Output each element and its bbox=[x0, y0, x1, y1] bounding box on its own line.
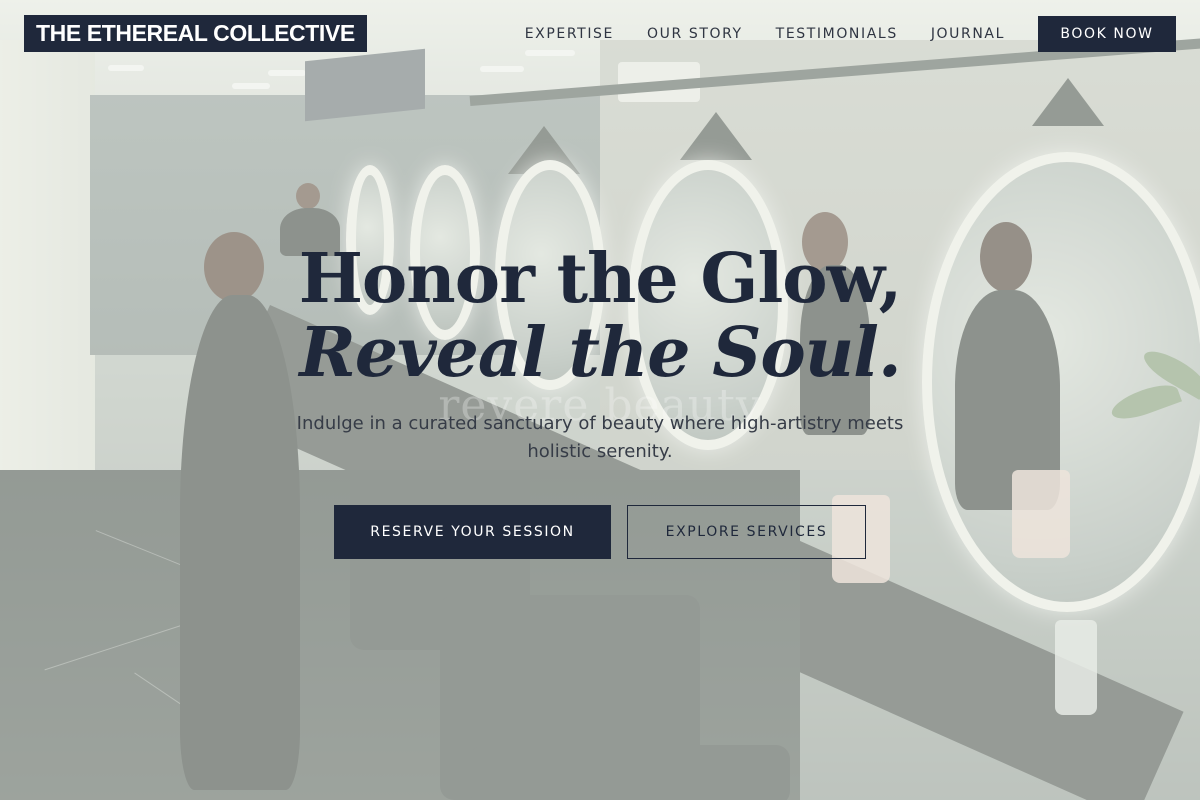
hero-headline-line2: Reveal the Soul. bbox=[299, 313, 901, 393]
main-nav: EXPERTISE OUR STORY TESTIMONIALS JOURNAL… bbox=[525, 16, 1176, 52]
brand-logo[interactable]: THE ETHEREAL COLLECTIVE bbox=[24, 15, 367, 52]
hero-section: Honor the Glow, Reveal the Soul. Indulge… bbox=[0, 240, 1200, 466]
hero-cta-row: RESERVE YOUR SESSION EXPLORE SERVICES bbox=[0, 505, 1200, 559]
hero-subtitle: Indulge in a curated sanctuary of beauty… bbox=[296, 413, 904, 462]
nav-link-expertise[interactable]: EXPERTISE bbox=[525, 26, 614, 42]
explore-services-button[interactable]: EXPLORE SERVICES bbox=[627, 505, 866, 559]
nav-link-journal[interactable]: JOURNAL bbox=[931, 26, 1005, 42]
book-now-button[interactable]: BOOK NOW bbox=[1038, 16, 1176, 52]
hero-headline-line1: Honor the Glow, bbox=[298, 239, 903, 319]
nav-link-our-story[interactable]: OUR STORY bbox=[647, 26, 743, 42]
reserve-session-button[interactable]: RESERVE YOUR SESSION bbox=[334, 505, 611, 559]
nav-link-testimonials[interactable]: TESTIMONIALS bbox=[776, 26, 898, 42]
brand-logo-text: THE ETHEREAL COLLECTIVE bbox=[36, 20, 355, 46]
